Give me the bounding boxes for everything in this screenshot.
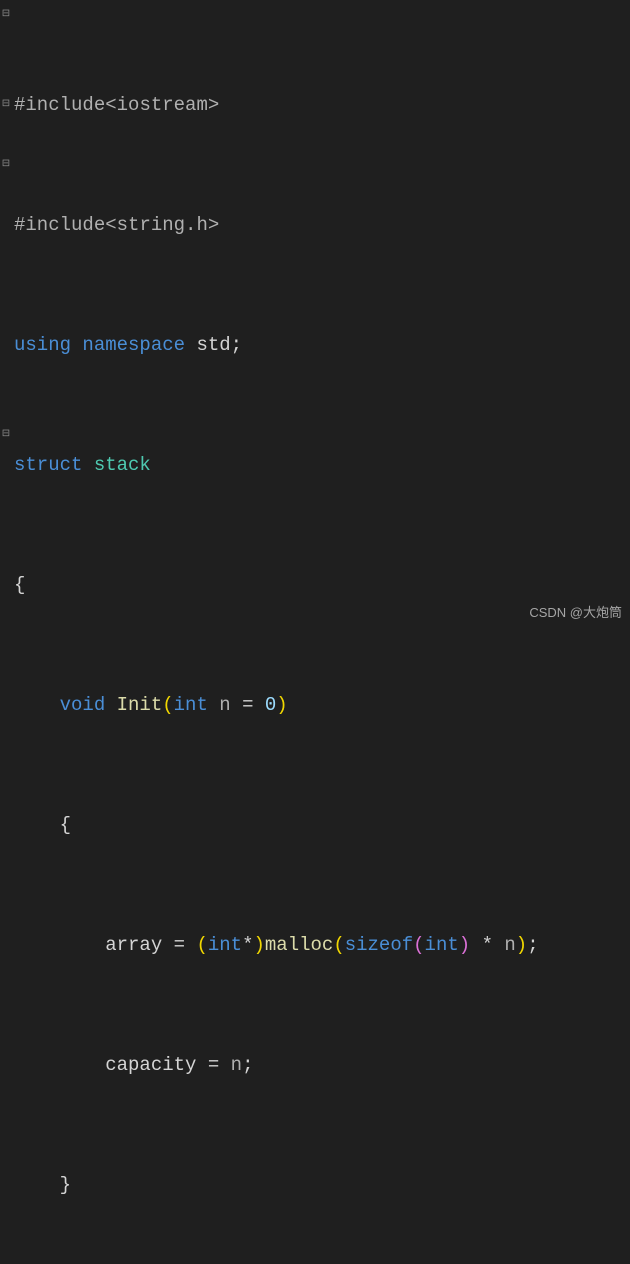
gutter-line xyxy=(0,270,12,300)
hash: # xyxy=(14,90,25,120)
gutter-line xyxy=(0,330,12,360)
ident: array xyxy=(105,930,162,960)
fold-icon[interactable]: ⊟ xyxy=(0,0,12,30)
fold-icon[interactable]: ⊟ xyxy=(0,150,12,180)
semicolon: ; xyxy=(231,330,242,360)
watermark: CSDN @大炮筒 xyxy=(529,598,622,628)
func-name: Init xyxy=(117,690,163,720)
fold-gutter[interactable]: ⊟ ⊟ ⊟ ⊟ xyxy=(0,0,12,632)
eq: = xyxy=(174,930,185,960)
fold-icon[interactable]: ⊟ xyxy=(0,90,12,120)
code-line[interactable]: } xyxy=(14,1170,630,1200)
int-kw: int xyxy=(174,690,208,720)
code-lines[interactable]: #include<iostream> #include<string.h> us… xyxy=(12,0,630,632)
num: 0 xyxy=(265,690,276,720)
star: * xyxy=(482,930,493,960)
paren: ) xyxy=(459,930,470,960)
struct-kw: struct xyxy=(14,450,82,480)
paren: ( xyxy=(162,690,173,720)
gutter-line xyxy=(0,30,12,60)
ident: n xyxy=(231,1050,242,1080)
type-name: stack xyxy=(94,450,151,480)
gutter-line xyxy=(0,450,12,480)
code-line[interactable]: { xyxy=(14,570,630,600)
gutter-line xyxy=(0,300,12,330)
paren: ) xyxy=(253,930,264,960)
eq: = xyxy=(208,1050,219,1080)
std-ident: std xyxy=(196,330,230,360)
int-kw: int xyxy=(425,930,459,960)
semicolon: ; xyxy=(527,930,538,960)
sizeof-kw: sizeof xyxy=(345,930,413,960)
code-line[interactable]: { xyxy=(14,810,630,840)
gutter-line xyxy=(0,510,12,540)
paren: ) xyxy=(516,930,527,960)
gutter-line xyxy=(0,180,12,210)
hash: # xyxy=(14,210,25,240)
param: n xyxy=(219,690,230,720)
angle-close: > xyxy=(208,210,219,240)
brace: { xyxy=(60,810,71,840)
func-name: malloc xyxy=(265,930,333,960)
ident: capacity xyxy=(105,1050,196,1080)
code-line[interactable]: using namespace std; xyxy=(14,330,630,360)
code-editor[interactable]: ⊟ ⊟ ⊟ ⊟ #include<iostream> #include<stri… xyxy=(0,0,630,632)
header-name: string.h xyxy=(117,210,208,240)
gutter-line xyxy=(0,210,12,240)
gutter-line xyxy=(0,480,12,510)
namespace-kw: namespace xyxy=(82,330,185,360)
eq: = xyxy=(242,690,253,720)
include-kw: include xyxy=(25,90,105,120)
gutter-line xyxy=(0,240,12,270)
using-kw: using xyxy=(14,330,71,360)
paren: ( xyxy=(196,930,207,960)
fold-icon[interactable]: ⊟ xyxy=(0,420,12,450)
code-line[interactable]: struct stack xyxy=(14,450,630,480)
brace: { xyxy=(14,570,25,600)
include-kw: include xyxy=(25,210,105,240)
code-line[interactable]: #include<iostream> xyxy=(14,90,630,120)
code-line[interactable]: #include<string.h> xyxy=(14,210,630,240)
header-name: iostream xyxy=(117,90,208,120)
code-line[interactable]: array = (int*)malloc(sizeof(int) * n); xyxy=(14,930,630,960)
angle-open: < xyxy=(105,90,116,120)
angle-open: < xyxy=(105,210,116,240)
semicolon: ; xyxy=(242,1050,253,1080)
paren: ( xyxy=(413,930,424,960)
gutter-line xyxy=(0,120,12,150)
code-line[interactable]: void Init(int n = 0) xyxy=(14,690,630,720)
star: * xyxy=(242,930,253,960)
gutter-line xyxy=(0,360,12,390)
ident: n xyxy=(504,930,515,960)
gutter-line xyxy=(0,570,12,600)
gutter-line xyxy=(0,390,12,420)
gutter-line xyxy=(0,60,12,90)
brace: } xyxy=(60,1170,71,1200)
gutter-line xyxy=(0,540,12,570)
paren: ) xyxy=(276,690,287,720)
angle-close: > xyxy=(208,90,219,120)
int-kw: int xyxy=(208,930,242,960)
code-line[interactable]: capacity = n; xyxy=(14,1050,630,1080)
void-kw: void xyxy=(60,690,106,720)
paren: ( xyxy=(333,930,344,960)
